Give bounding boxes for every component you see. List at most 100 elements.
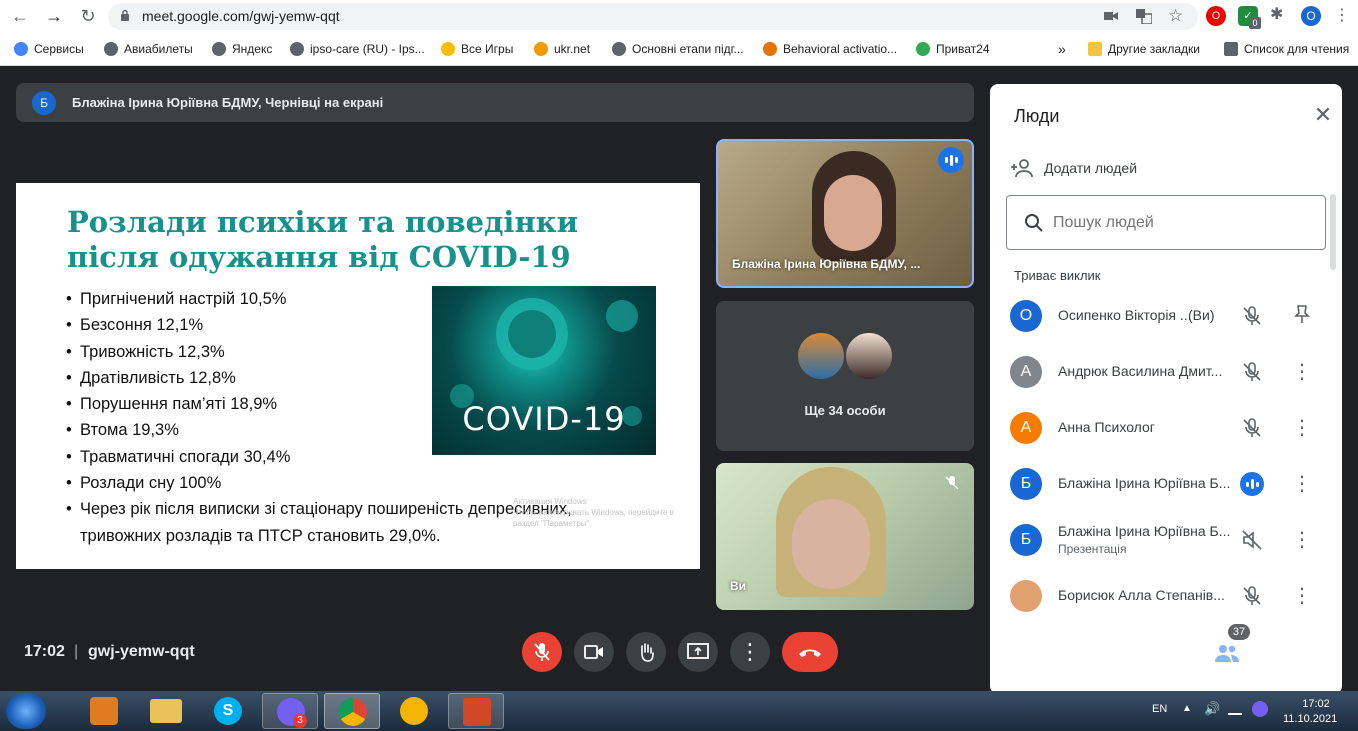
meeting-code: gwj-yemw-qqt [88, 643, 195, 660]
participant-row[interactable]: А Андрюк Василина Дмит... ⋮ [990, 344, 1342, 400]
camera-button[interactable] [574, 632, 614, 672]
volume-icon[interactable]: 🔊 [1204, 701, 1220, 717]
people-icon [1215, 645, 1239, 662]
participant-row[interactable]: Б Блажіна Ірина Юріївна Б... Презентація ⋮ [990, 512, 1342, 568]
pin-icon[interactable] [1290, 304, 1314, 328]
people-search-input[interactable] [1053, 212, 1313, 234]
more-bookmarks-button[interactable]: » [1058, 40, 1066, 58]
reading-list-label: Список для чтения [1244, 42, 1350, 56]
opera-extension-icon[interactable]: O [1206, 6, 1226, 26]
translate-icon[interactable] [1136, 9, 1152, 24]
slide-title-line: Розлади психіки та поведінки [67, 205, 579, 239]
bookmark-item[interactable]: ipso-care (RU) - Ips... [290, 40, 425, 58]
bookmark-item[interactable]: Behavioral activatio... [763, 40, 897, 58]
more-vert-icon[interactable]: ⋮ [1290, 472, 1314, 496]
folder-icon [1088, 42, 1102, 56]
participant-row[interactable]: Борисюк Алла Степанів... ⋮ [990, 568, 1342, 624]
reload-icon[interactable]: ↻ [76, 5, 100, 27]
bookmark-label: Авиабилеты [124, 42, 193, 56]
participant-tile-speaker[interactable]: Блажіна Ірина Юріївна БДМУ, ... [716, 139, 974, 288]
activities-button[interactable] [1311, 640, 1337, 666]
bookmark-favicon-icon [916, 42, 930, 56]
add-people-button[interactable]: Додати людей [1010, 156, 1137, 180]
vpn-shield-icon[interactable] [386, 693, 442, 729]
people-button[interactable] [1214, 640, 1240, 666]
presenter-avatar: Б [32, 91, 56, 115]
participant-avatar: Б [1010, 524, 1042, 556]
tray-time[interactable]: 17:02 [1296, 698, 1336, 710]
bookmark-label: Behavioral activatio... [783, 42, 898, 56]
file-explorer-icon[interactable] [138, 693, 194, 729]
add-people-label: Додати людей [1044, 160, 1138, 176]
skype-icon[interactable]: S [200, 693, 256, 729]
meeting-details-button[interactable] [1167, 640, 1193, 666]
close-icon[interactable]: ✕ [1308, 100, 1338, 130]
media-player-icon[interactable] [76, 693, 132, 729]
bookmark-item[interactable]: Авиабилеты [104, 40, 193, 58]
meeting-clock: 17:02 [24, 643, 65, 660]
bookmark-item[interactable]: Основні етапи підг... [612, 40, 744, 58]
watermark-line: Активация Windows [513, 497, 587, 506]
bookmark-item[interactable]: Сервисы [14, 40, 84, 58]
bookmark-label: ipso-care (RU) - Ips... [310, 42, 425, 56]
bookmark-favicon-icon [290, 42, 304, 56]
start-button-icon[interactable] [6, 693, 46, 729]
back-icon[interactable]: ← [8, 5, 32, 27]
participant-avatar [1010, 580, 1042, 612]
bookmark-item[interactable]: Все Игры [441, 40, 513, 58]
puzzle-extensions-icon[interactable]: ✱ [1270, 4, 1283, 24]
menu-dots-icon[interactable]: ⋮ [1334, 5, 1350, 25]
bookmark-star-icon[interactable]: ☆ [1168, 6, 1183, 26]
powerpoint-icon[interactable] [448, 693, 504, 729]
mute-button[interactable] [522, 632, 562, 672]
more-vert-icon[interactable]: ⋮ [1290, 584, 1314, 608]
more-vert-icon[interactable]: ⋮ [1290, 528, 1314, 552]
viber-icon[interactable]: 3 [262, 693, 318, 729]
camera-icon[interactable] [1104, 10, 1118, 22]
covid-image-label: COVID-19 [462, 400, 626, 438]
participant-row[interactable]: Б Блажіна Ірина Юріївна Б... ⋮ [990, 456, 1342, 512]
profile-avatar[interactable]: O [1301, 6, 1321, 26]
separator: | [74, 643, 79, 660]
tray-expand-icon[interactable]: ▲ [1182, 703, 1192, 714]
reading-list-button[interactable]: Список для чтения [1224, 40, 1349, 58]
chat-button[interactable] [1262, 640, 1288, 666]
slide-bullet: тривожних розладів та ПТСР становить 29,… [80, 526, 441, 545]
meeting-controls-bar: 17:02 | gwj-yemw-qqt ⋮ [0, 626, 1358, 691]
present-screen-icon [687, 643, 709, 659]
more-options-button[interactable]: ⋮ [730, 632, 770, 672]
chrome-icon[interactable] [324, 693, 380, 729]
more-vert-icon[interactable]: ⋮ [1290, 360, 1314, 384]
participant-tile-others[interactable]: Ще 34 особи [716, 301, 974, 451]
address-bar[interactable]: meet.google.com/gwj-yemw-qqt ☆ [108, 3, 1198, 30]
participant-row[interactable]: О Осипенко Вікторія ... (Ви) [990, 288, 1342, 344]
present-screen-button[interactable] [678, 632, 718, 672]
participant-tile-self[interactable]: Ви [716, 463, 974, 610]
bookmark-favicon-icon [763, 42, 777, 56]
bookmark-item[interactable]: Яндекс [212, 40, 272, 58]
tray-date[interactable]: 11.10.2021 [1283, 713, 1337, 725]
raise-hand-button[interactable] [626, 632, 666, 672]
presentation-slide: Розлади психіки та поведінки після одужа… [16, 183, 700, 569]
tile-name: Ви [730, 579, 747, 593]
panel-scrollbar[interactable] [1330, 194, 1336, 270]
bookmark-label: Яндекс [232, 42, 273, 56]
more-vert-icon[interactable]: ⋮ [1290, 416, 1314, 440]
windows-activation-watermark: Активация Windows Чтобы активировать Win… [513, 496, 674, 529]
people-search-field[interactable] [1006, 195, 1326, 250]
keyboard-language[interactable]: EN [1152, 703, 1167, 715]
bookmark-item[interactable]: ukr.net [534, 40, 590, 58]
leave-call-button[interactable] [782, 632, 838, 672]
more-vert-icon: ⋮ [739, 639, 761, 664]
other-bookmarks-folder[interactable]: Другие закладки [1088, 40, 1200, 58]
network-signal-icon[interactable] [1228, 703, 1242, 715]
mic-off-icon [1240, 584, 1264, 608]
self-face [792, 499, 870, 589]
participant-row[interactable]: А Анна Психолог ⋮ [990, 400, 1342, 456]
bookmark-favicon-icon [612, 42, 626, 56]
add-person-icon [1011, 159, 1033, 178]
forward-icon[interactable]: → [42, 5, 66, 27]
bookmark-item[interactable]: Приват24 [916, 40, 990, 58]
viber-tray-icon[interactable] [1252, 701, 1268, 717]
watermark-line: Чтобы активировать Windows, перейдите в [513, 508, 674, 517]
